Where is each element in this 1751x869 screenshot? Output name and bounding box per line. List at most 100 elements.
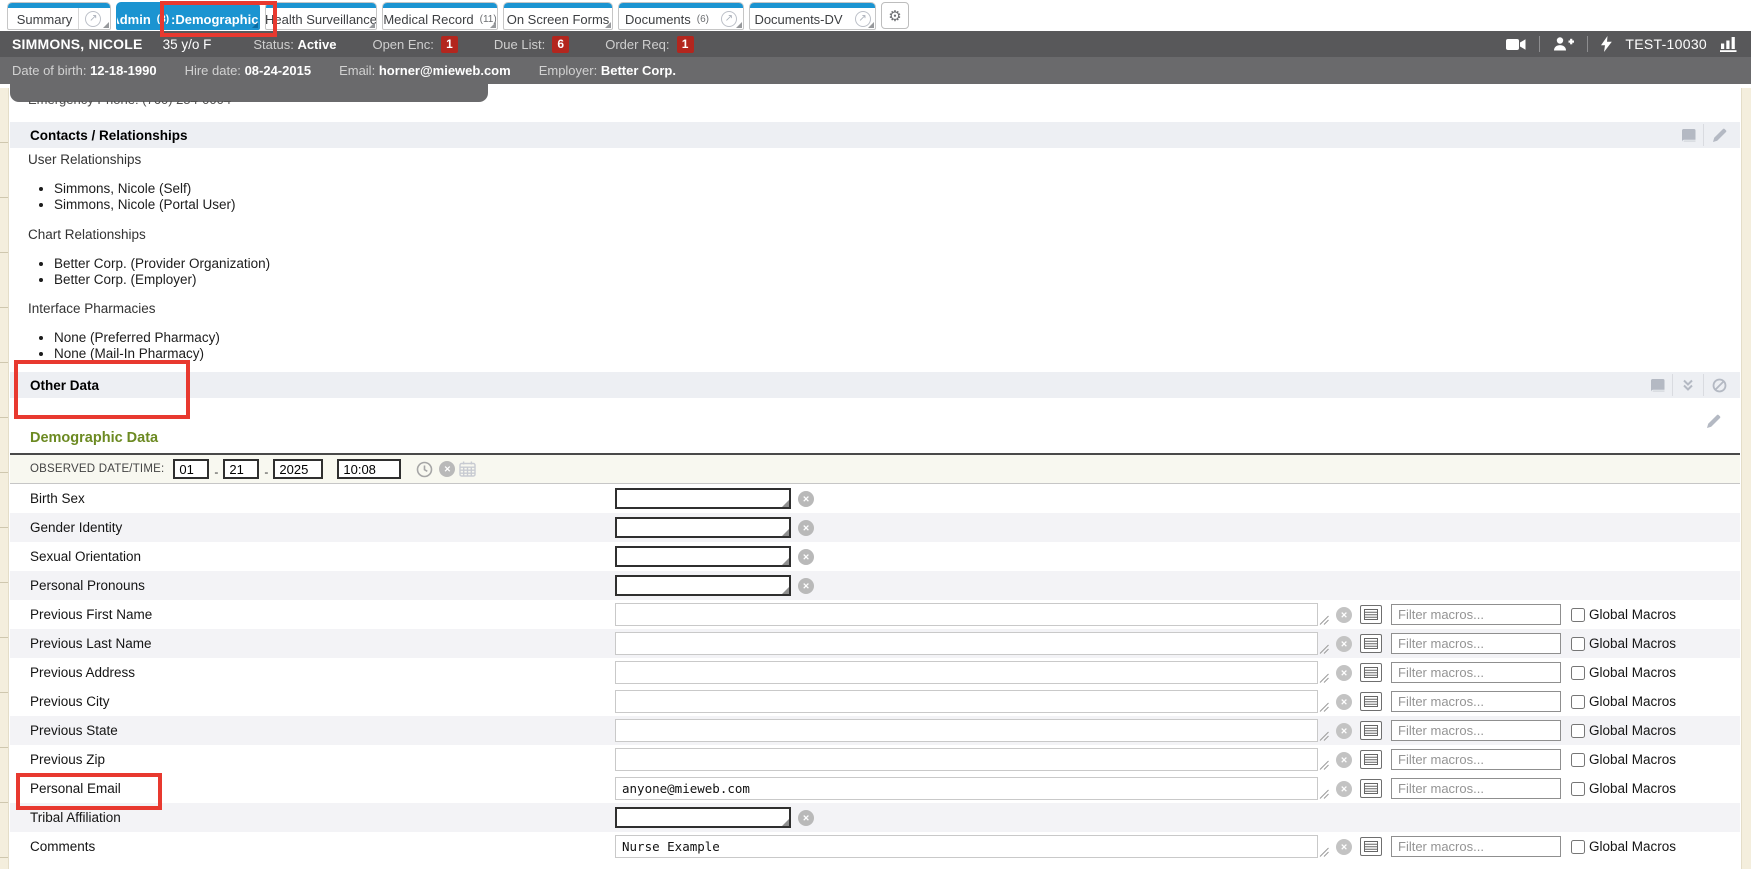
filter-macros-input[interactable] [1391, 691, 1561, 712]
filter-macros-input[interactable] [1391, 604, 1561, 625]
global-macros-checkbox[interactable] [1571, 724, 1585, 738]
global-macros-checkbox[interactable] [1571, 666, 1585, 680]
popout-icon[interactable]: ↗ [85, 11, 101, 27]
filter-macros-input[interactable] [1391, 720, 1561, 741]
tab-on-screen-forms[interactable]: On Screen Forms [503, 2, 613, 30]
row-birth-sex: Birth Sex ✕ [10, 484, 1740, 513]
popout-icon[interactable]: ↗ [721, 11, 737, 27]
tab-admin-demographics[interactable]: Admin (3) :Demographics [116, 2, 260, 30]
clear-field-icon[interactable]: ✕ [1336, 752, 1352, 768]
clear-field-icon[interactable]: ✕ [798, 810, 814, 826]
observed-time-input[interactable] [337, 459, 401, 479]
resize-handle-icon[interactable] [1319, 760, 1329, 770]
filter-macros-input[interactable] [1391, 749, 1561, 770]
global-macros-checkbox[interactable] [1571, 695, 1585, 709]
previous-address-textarea[interactable] [615, 661, 1318, 684]
resize-handle-icon[interactable] [1319, 644, 1329, 654]
right-gutter[interactable] [1741, 88, 1751, 869]
left-gutter[interactable] [0, 88, 9, 869]
order-req-counter[interactable]: Order Req: 1 [605, 36, 693, 53]
previous-zip-textarea[interactable] [615, 748, 1318, 771]
tab-settings-button[interactable]: ⚙ [881, 2, 909, 29]
resize-handle-icon[interactable] [1319, 731, 1329, 741]
clear-field-icon[interactable]: ✕ [1336, 781, 1352, 797]
collapse-chevrons-icon[interactable] [1673, 372, 1703, 398]
tribal-affiliation-input[interactable] [615, 807, 791, 828]
personal-email-textarea[interactable]: anyone@mieweb.com [615, 777, 1318, 800]
resize-handle-icon[interactable] [1319, 847, 1329, 857]
previous-city-textarea[interactable] [615, 690, 1318, 713]
clear-field-icon[interactable]: ✕ [798, 520, 814, 536]
sexual-orientation-input[interactable] [615, 546, 791, 567]
previous-last-name-textarea[interactable] [615, 632, 1318, 655]
clock-icon[interactable] [416, 461, 433, 478]
clear-field-icon[interactable]: ✕ [798, 491, 814, 507]
add-person-icon[interactable] [1553, 37, 1574, 51]
row-previous-city: Previous City ✕ Global Macros [10, 687, 1740, 716]
birth-sex-input[interactable] [615, 488, 791, 509]
filter-macros-input[interactable] [1391, 778, 1561, 799]
global-macros-checkbox[interactable] [1571, 782, 1585, 796]
open-enc-counter[interactable]: Open Enc: 1 [372, 36, 457, 53]
macro-table-icon[interactable] [1360, 750, 1382, 769]
popout-icon[interactable]: ↗ [855, 11, 871, 27]
clear-field-icon[interactable]: ✕ [1336, 839, 1352, 855]
gender-identity-input[interactable] [615, 517, 791, 538]
tab-documents[interactable]: Documents (6) ↗ [618, 2, 744, 30]
clear-field-icon[interactable]: ✕ [1336, 694, 1352, 710]
observed-year-input[interactable] [273, 459, 323, 479]
book-icon[interactable] [1642, 372, 1672, 398]
tab-divider [78, 8, 79, 30]
tab-documents-dv[interactable]: Documents-DV ↗ [749, 2, 876, 30]
counter-badge[interactable]: 1 [677, 36, 694, 53]
tab-summary[interactable]: Summary ↗ [7, 2, 111, 30]
tab-health-surveillance[interactable]: Health Surveillance [265, 2, 377, 30]
resize-handle-icon[interactable] [1319, 702, 1329, 712]
edit-pencil-icon[interactable] [1698, 408, 1728, 434]
observed-month-input[interactable] [173, 459, 209, 479]
clear-date-icon[interactable]: ✕ [439, 461, 455, 477]
macro-table-icon[interactable] [1360, 779, 1382, 798]
tab-medical-record[interactable]: Medical Record (11) [382, 2, 498, 30]
clear-field-icon[interactable]: ✕ [1336, 607, 1352, 623]
global-macros-checkbox[interactable] [1571, 840, 1585, 854]
macro-table-icon[interactable] [1360, 663, 1382, 682]
calendar-icon[interactable] [459, 461, 476, 477]
filter-macros-input[interactable] [1391, 662, 1561, 683]
field-value: horner@mieweb.com [379, 63, 511, 78]
macro-table-icon[interactable] [1360, 605, 1382, 624]
counter-badge[interactable]: 1 [441, 36, 458, 53]
filter-macros-input[interactable] [1391, 836, 1561, 857]
macro-table-icon[interactable] [1360, 634, 1382, 653]
resize-handle-icon[interactable] [1319, 673, 1329, 683]
previous-first-name-textarea[interactable] [615, 603, 1318, 626]
due-list-counter[interactable]: Due List: 6 [494, 36, 569, 53]
global-macros-checkbox[interactable] [1571, 753, 1585, 767]
clear-field-icon[interactable]: ✕ [1336, 665, 1352, 681]
date-separator: - [214, 465, 218, 479]
clear-field-icon[interactable]: ✕ [798, 578, 814, 594]
video-call-icon[interactable] [1506, 38, 1526, 51]
disable-slash-icon[interactable] [1704, 372, 1734, 398]
clear-field-icon[interactable]: ✕ [798, 549, 814, 565]
global-macros-checkbox[interactable] [1571, 608, 1585, 622]
observed-day-input[interactable] [223, 459, 259, 479]
macro-table-icon[interactable] [1360, 721, 1382, 740]
lightning-icon[interactable] [1601, 36, 1612, 52]
book-icon[interactable] [1673, 122, 1703, 148]
previous-state-textarea[interactable] [615, 719, 1318, 742]
filter-macros-input[interactable] [1391, 633, 1561, 654]
clear-field-icon[interactable]: ✕ [1336, 723, 1352, 739]
macro-table-icon[interactable] [1360, 692, 1382, 711]
counter-label: Open Enc: [372, 37, 433, 52]
counter-badge[interactable]: 6 [552, 36, 569, 53]
resize-handle-icon[interactable] [1319, 615, 1329, 625]
global-macros-checkbox[interactable] [1571, 637, 1585, 651]
edit-pencil-icon[interactable] [1704, 122, 1734, 148]
macro-table-icon[interactable] [1360, 837, 1382, 856]
comments-textarea[interactable]: Nurse Example [615, 835, 1318, 858]
clear-field-icon[interactable]: ✕ [1336, 636, 1352, 652]
chart-stats-icon[interactable] [1720, 36, 1737, 52]
personal-pronouns-input[interactable] [615, 575, 791, 596]
resize-handle-icon[interactable] [1319, 789, 1329, 799]
